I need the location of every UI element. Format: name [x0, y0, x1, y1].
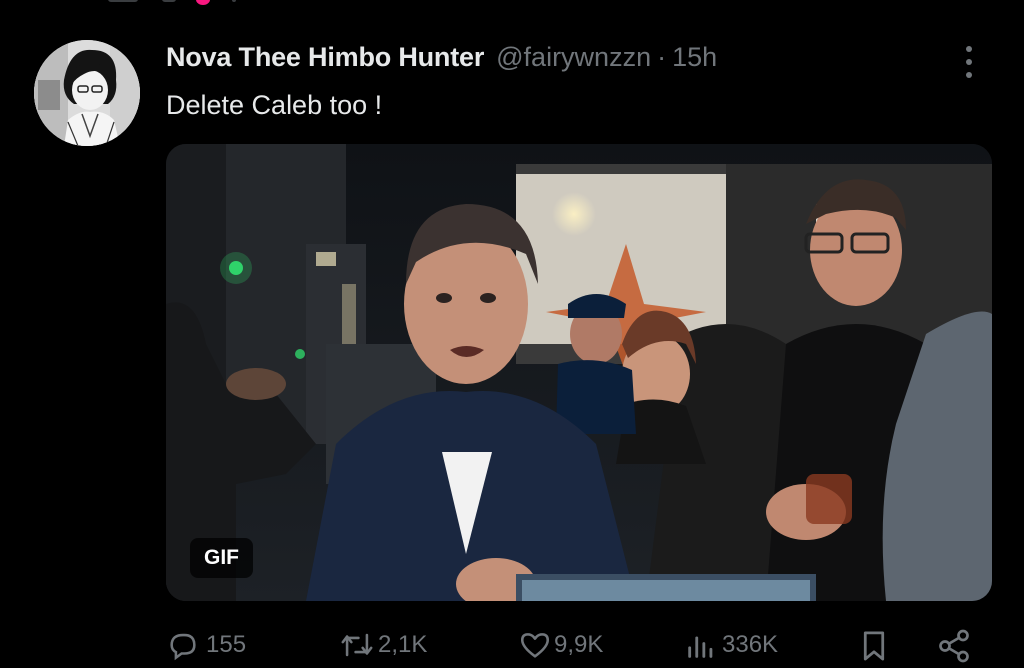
reply-count: 155	[206, 631, 247, 658]
share-icon	[936, 628, 972, 664]
bookmark-icon	[858, 628, 890, 664]
repost-icon	[338, 628, 376, 662]
heart-icon	[518, 628, 552, 662]
reply-icon	[166, 628, 200, 662]
like-button[interactable]: 9,9K	[518, 628, 603, 662]
bookmark-button[interactable]	[858, 628, 890, 664]
repost-count: 2,1K	[378, 631, 428, 658]
repost-button[interactable]: 2,1K	[338, 628, 427, 662]
previous-action-icon	[232, 0, 236, 2]
views-count: 336K	[722, 631, 779, 658]
post-header: Nova Thee Himbo Hunter @fairywnzzn · 15h	[166, 42, 717, 78]
post-text: Delete Caleb too !	[166, 90, 383, 120]
views-button[interactable]: 336K	[684, 628, 778, 662]
avatar[interactable]	[34, 40, 140, 146]
previous-action-icon	[162, 0, 176, 2]
previous-action-icon	[108, 0, 138, 2]
gif-badge: GIF	[190, 538, 253, 578]
share-button[interactable]	[936, 628, 972, 664]
like-count: 9,9K	[554, 631, 604, 658]
gif-media[interactable]: GIF	[166, 144, 992, 601]
more-icon[interactable]	[956, 44, 982, 80]
post-timestamp[interactable]: 15h	[672, 42, 717, 73]
views-icon	[684, 628, 718, 662]
dot-separator: ·	[657, 42, 667, 72]
previous-post-action-strip	[0, 0, 1024, 8]
action-bar: 155 2,1K 9,9K 336K	[166, 628, 992, 668]
reply-button[interactable]: 155	[166, 628, 246, 662]
author-name[interactable]: Nova Thee Himbo Hunter	[166, 42, 484, 73]
author-handle[interactable]: @fairywnzzn	[496, 42, 651, 73]
liked-heart-icon	[196, 0, 210, 5]
